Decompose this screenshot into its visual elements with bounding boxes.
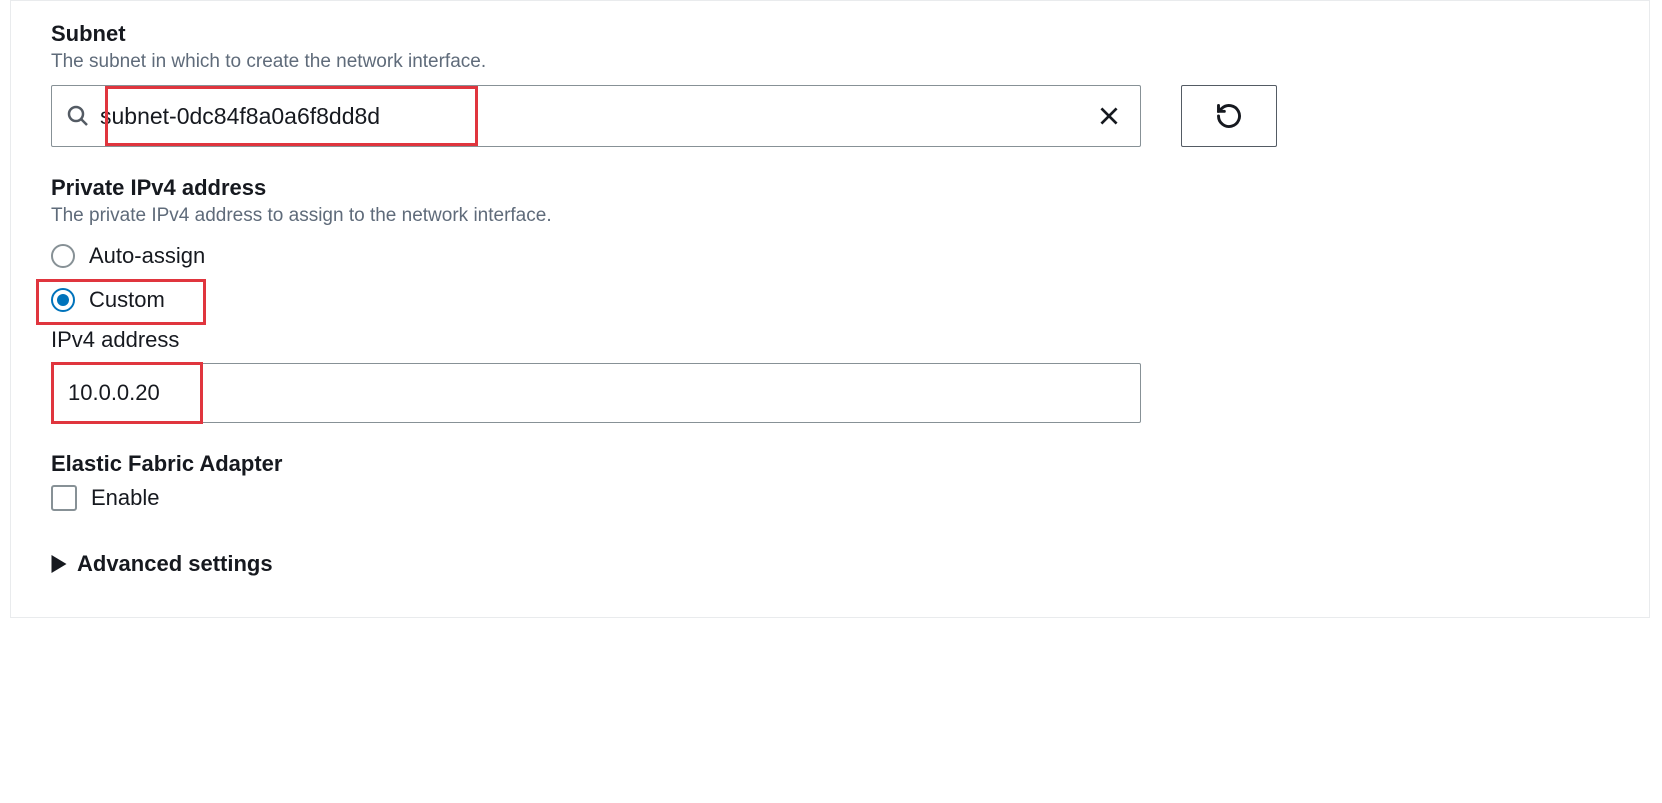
private-ip-label: Private IPv4 address: [51, 175, 1609, 201]
private-ip-help: The private IPv4 address to assign to th…: [51, 205, 1609, 227]
ipv4-address-input[interactable]: [51, 363, 1141, 423]
efa-enable-label: Enable: [91, 485, 160, 511]
close-icon: [1096, 103, 1122, 129]
radio-auto-assign-row[interactable]: Auto-assign: [51, 239, 1609, 273]
efa-label: Elastic Fabric Adapter: [51, 451, 1609, 477]
radio-custom-label: Custom: [89, 287, 165, 313]
radio-custom[interactable]: [51, 288, 75, 312]
efa-enable-checkbox[interactable]: [51, 485, 77, 511]
efa-field-group: Elastic Fabric Adapter Enable: [51, 451, 1609, 511]
radio-custom-row[interactable]: Custom: [51, 283, 1609, 317]
search-icon: [66, 104, 90, 128]
network-interface-panel: Subnet The subnet in which to create the…: [10, 0, 1650, 618]
subnet-label: Subnet: [51, 21, 1609, 47]
subnet-field-group: Subnet The subnet in which to create the…: [51, 21, 1609, 147]
ipv4-input-wrap: [51, 363, 1141, 423]
subnet-input-row: [51, 85, 1609, 147]
ipv4-address-label: IPv4 address: [51, 327, 1609, 353]
private-ip-field-group: Private IPv4 address The private IPv4 ad…: [51, 175, 1609, 423]
efa-enable-row[interactable]: Enable: [51, 485, 1609, 511]
advanced-settings-expander[interactable]: Advanced settings: [51, 551, 1609, 577]
advanced-settings-label: Advanced settings: [77, 551, 273, 577]
clear-subnet-button[interactable]: [1092, 99, 1126, 133]
subnet-help: The subnet in which to create the networ…: [51, 51, 1609, 73]
radio-auto-assign[interactable]: [51, 244, 75, 268]
caret-right-icon: [51, 555, 67, 573]
radio-auto-assign-label: Auto-assign: [89, 243, 205, 269]
refresh-icon: [1215, 102, 1243, 130]
subnet-search-wrap: [51, 85, 1141, 147]
subnet-search-input[interactable]: [100, 103, 1092, 130]
refresh-subnet-button[interactable]: [1181, 85, 1277, 147]
